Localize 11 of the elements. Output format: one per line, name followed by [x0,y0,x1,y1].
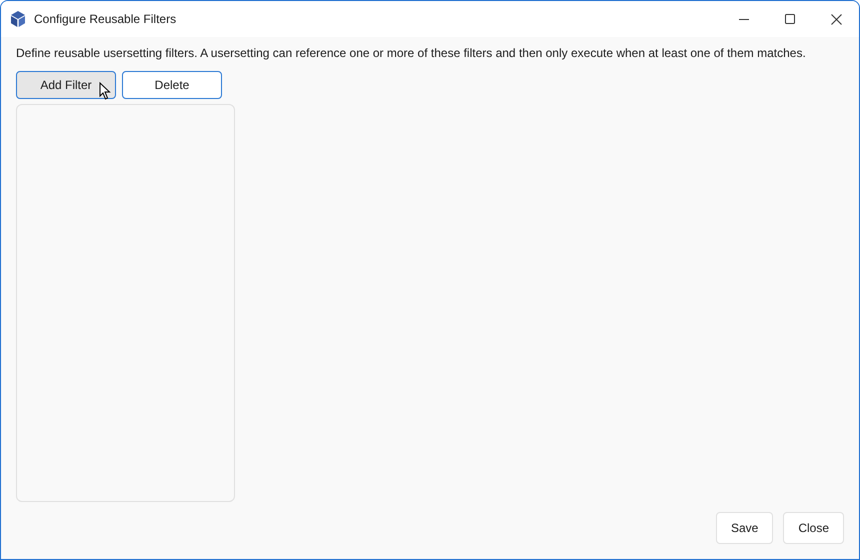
close-icon [830,14,842,24]
footer-button[interactable]: Close [783,512,844,544]
toolbar-button[interactable]: Add Filter [16,71,116,99]
description-text: Define reusable usersetting filters. A usersetting can reference one or more of these filters and then only execute when at least one of them matches. [16,45,807,61]
window-title: Configure Reusable Filters [34,11,176,28]
toolbar-button[interactable]: Delete [122,71,222,99]
mouse-pointer-icon [99,82,111,100]
minimize-icon [739,18,749,20]
maximize-icon [785,14,795,24]
cube-icon [11,11,25,27]
footer-button[interactable]: Save [716,512,774,544]
